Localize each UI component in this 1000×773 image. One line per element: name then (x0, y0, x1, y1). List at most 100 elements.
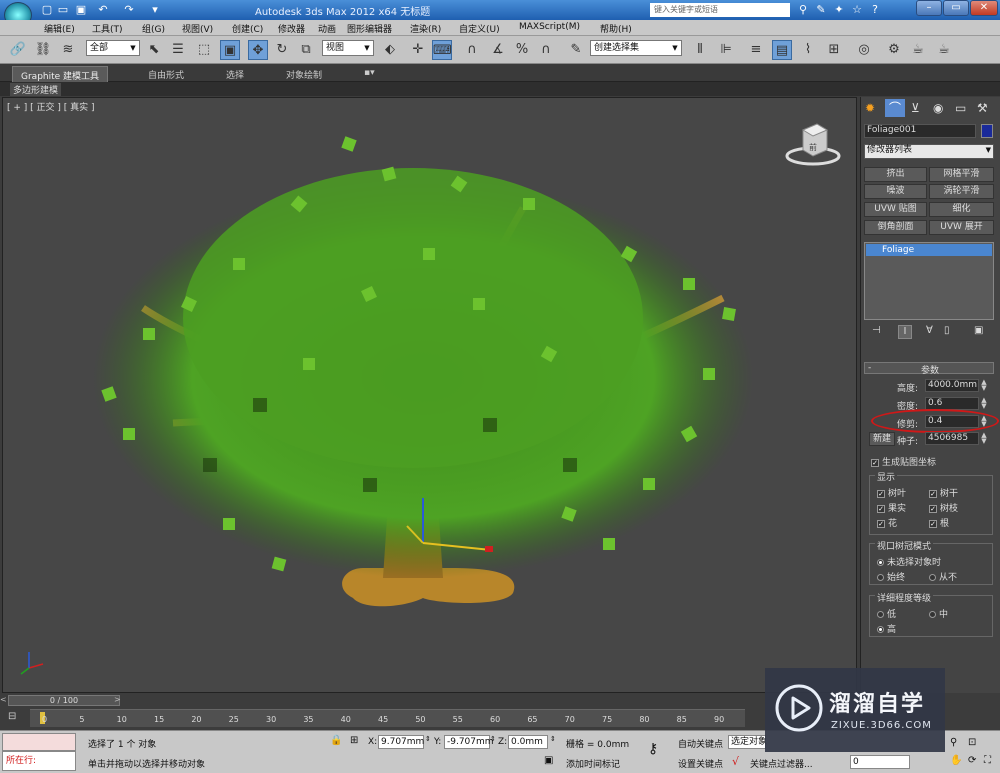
x-coordinate-field[interactable]: 9.707mm (378, 735, 424, 749)
save-icon[interactable]: ▣ (74, 3, 88, 17)
collapse-icon[interactable]: - (868, 363, 871, 373)
binoculars-icon[interactable]: ⚲ (796, 3, 810, 17)
layer-manager-icon[interactable]: ≡ (746, 40, 766, 60)
height-input[interactable]: 4000.0mm (925, 379, 979, 392)
key-mode-icon[interactable]: √ (732, 755, 739, 768)
window-crossing-icon[interactable]: ▣ (220, 40, 240, 60)
density-spinner[interactable]: ▲ ▼ (980, 397, 988, 410)
display-roots-checkbox[interactable]: ✓ 根 (929, 516, 949, 529)
menu-edit[interactable]: 编辑(E) (44, 22, 75, 35)
modifier-unwrap-uvw-button[interactable]: UVW 展开 (929, 220, 994, 235)
display-tab-icon[interactable]: ▭ (955, 101, 966, 115)
canopy-always-radio[interactable]: 始终 (877, 570, 905, 583)
radio-unselected[interactable] (929, 574, 936, 581)
y-coordinate-field[interactable]: -9.707mm (444, 735, 494, 749)
motion-tab-icon[interactable]: ◉ (933, 101, 943, 115)
auto-key-button[interactable]: 自动关键点 (678, 737, 723, 750)
subscription-icon[interactable]: ✦ (832, 3, 846, 17)
rect-selection-icon[interactable]: ⬚ (194, 40, 214, 60)
redo-icon[interactable]: ↷ (122, 3, 136, 17)
modifier-stack[interactable]: Foliage (864, 242, 994, 320)
modifier-meshsmooth-button[interactable]: 网格平滑 (929, 167, 994, 182)
align-icon[interactable]: ⊫ (716, 40, 736, 60)
z-spinner[interactable]: ⇕ (550, 735, 556, 743)
mini-curve-editor-icon[interactable]: ⊟ (8, 711, 16, 722)
select-move-icon[interactable]: ✥ (248, 40, 268, 60)
help-icon[interactable]: ? (868, 3, 882, 17)
pin-stack-icon[interactable]: ⊣ (872, 325, 881, 336)
radio-selected[interactable] (877, 626, 884, 633)
pan-icon[interactable]: ✋ (950, 755, 962, 766)
current-frame-field[interactable]: 0 (850, 755, 910, 769)
tools-icon[interactable]: ✎ (814, 3, 828, 17)
object-name-field[interactable]: Foliage001 (864, 124, 976, 138)
utilities-tab-icon[interactable]: ⚒ (977, 101, 988, 115)
menu-modifiers[interactable]: 修改器 (278, 22, 305, 35)
menu-rendering[interactable]: 渲染(R) (410, 22, 441, 35)
zoom-icon[interactable]: ⚲ (950, 737, 957, 748)
configure-sets-icon[interactable]: ▣ (974, 325, 983, 336)
lod-high-radio[interactable]: 高 (877, 622, 896, 635)
modifier-uvw-map-button[interactable]: UVW 贴图 (864, 202, 927, 217)
select-by-name-icon[interactable]: ☰ (168, 40, 188, 60)
modifier-tessellate-button[interactable]: 细化 (929, 202, 994, 217)
select-scale-icon[interactable]: ⧉ (296, 40, 316, 60)
lod-medium-radio[interactable]: 中 (929, 607, 948, 620)
checkbox-checked[interactable]: ✓ (871, 458, 879, 467)
minimize-button[interactable]: – (916, 0, 942, 16)
modifier-list-dropdown[interactable]: 修改器列表 ▼ (864, 144, 994, 159)
modify-tab-icon[interactable]: ⌒ (885, 99, 905, 117)
selection-set-dropdown[interactable]: 选定对象 (728, 735, 767, 749)
menu-create[interactable]: 创建(C) (232, 22, 263, 35)
gen-mapping-checkbox[interactable]: ✓ 生成贴图坐标 (871, 455, 936, 468)
graphite-toggle-icon[interactable]: ▤ (772, 40, 792, 60)
checkbox-checked[interactable]: ✓ (929, 489, 937, 498)
lod-low-radio[interactable]: 低 (877, 607, 896, 620)
modifier-noise-button[interactable]: 噪波 (864, 184, 927, 199)
seed-spinner[interactable]: ▲ ▼ (980, 432, 988, 445)
maxscript-line-field[interactable]: 所在行: (2, 751, 76, 771)
keyboard-shortcut-icon[interactable]: ⌨ (432, 40, 452, 60)
time-tag-icon[interactable]: ▣ (544, 755, 553, 766)
material-editor-icon[interactable]: ◎ (854, 40, 874, 60)
curve-editor-icon[interactable]: ⌇ (798, 40, 818, 60)
selection-filter-dropdown[interactable]: 全部 ▼ (86, 40, 140, 56)
parameters-rollout-header[interactable]: - 参数 (864, 362, 994, 376)
seed-input[interactable]: 4506985 (925, 432, 979, 445)
quick-access-menu-icon[interactable]: ▾ (148, 3, 162, 17)
tab-freeform[interactable]: 自由形式 (140, 66, 192, 83)
undo-icon[interactable]: ↶ (96, 3, 110, 17)
modifier-extrude-button[interactable]: 挤出 (864, 167, 927, 182)
pivot-center-icon[interactable]: ⬖ (380, 40, 400, 60)
bind-spacewarp-icon[interactable]: ≋ (58, 40, 78, 60)
key-icon[interactable]: ⚷ (648, 741, 658, 757)
hierarchy-tab-icon[interactable]: ⊻ (911, 101, 920, 115)
close-button[interactable]: ✕ (970, 0, 998, 16)
percent-snap-icon[interactable]: % (512, 40, 532, 60)
radio-selected[interactable] (877, 559, 884, 566)
maxscript-listener-mini[interactable] (2, 733, 76, 751)
edit-named-selection-icon[interactable]: ✎ (566, 40, 586, 60)
maximize-button[interactable]: ▭ (943, 0, 969, 16)
search-input[interactable]: 键入关键字或短语 (650, 3, 790, 17)
display-branches-checkbox[interactable]: ✓ 树枝 (929, 501, 958, 514)
tab-object-paint[interactable]: 对象绘制 (278, 66, 330, 83)
perspective-viewport[interactable]: [ + ] [ 正交 ] [ 真实 ] 前 (2, 97, 857, 693)
height-spinner[interactable]: ▲ ▼ (980, 379, 988, 392)
canopy-unselected-radio[interactable]: 未选择对象时 (877, 555, 941, 568)
timeline-ruler[interactable]: 0 5 10 15 20 25 30 35 40 45 50 55 60 65 70 75 80 85 90 (30, 709, 745, 727)
checkbox-checked[interactable]: ✓ (877, 519, 885, 528)
modifier-turbosmooth-button[interactable]: 涡轮平滑 (929, 184, 994, 199)
show-end-result-icon[interactable]: Ⅰ (898, 325, 912, 339)
ribbon-options-icon[interactable]: ▪▾ (356, 66, 383, 80)
new-file-icon[interactable]: ▢ (40, 3, 54, 17)
menu-group[interactable]: 组(G) (142, 22, 165, 35)
unlink-icon[interactable]: ⛓ (33, 40, 53, 60)
checkbox-checked[interactable]: ✓ (929, 504, 937, 513)
schematic-view-icon[interactable]: ⊞ (824, 40, 844, 60)
menu-tools[interactable]: 工具(T) (92, 22, 123, 35)
manipulate-icon[interactable]: ✛ (408, 40, 428, 60)
new-seed-button[interactable]: 新建 (869, 432, 895, 446)
display-flowers-checkbox[interactable]: ✓ 花 (877, 516, 897, 529)
modifier-bevel-profile-button[interactable]: 倒角剖面 (864, 220, 927, 235)
